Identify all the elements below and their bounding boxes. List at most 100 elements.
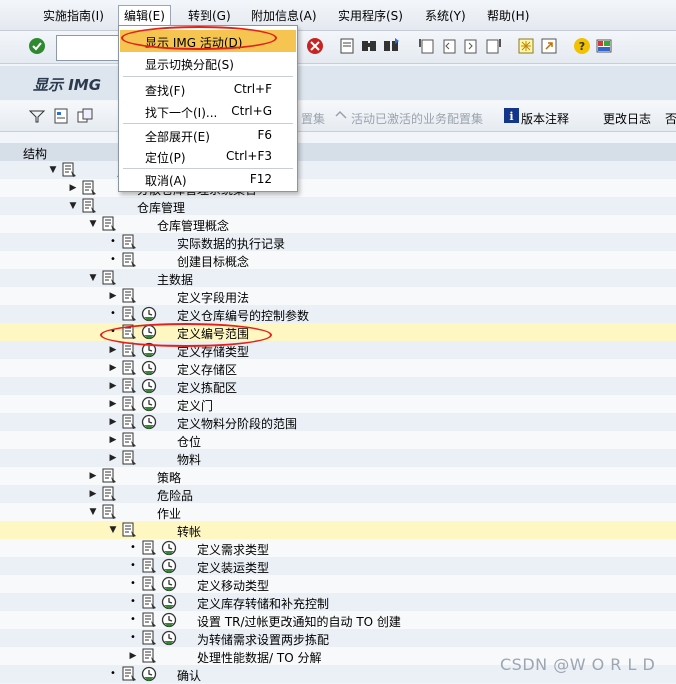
tree-node-row[interactable]: • 实际数据的执行记录: [0, 233, 676, 251]
menu-implementation-guide[interactable]: 实施指南(I): [43, 7, 104, 24]
tree-node-row[interactable]: ▶ 物料: [0, 449, 676, 467]
menu-utilities[interactable]: 实用程序(S): [338, 7, 403, 24]
truncated-button[interactable]: 否: [665, 110, 676, 127]
filter-icon[interactable]: [28, 107, 46, 125]
collapse-arrow-icon[interactable]: ▼: [87, 269, 99, 287]
tree-node-row[interactable]: ▶ 定义物料分阶段的范围: [0, 413, 676, 431]
menu-option-find-next[interactable]: 找下一个(I)... Ctrl+G: [120, 100, 296, 122]
tree-node-row[interactable]: ▼启: [0, 161, 676, 179]
tree-node-row[interactable]: • 定义移动类型: [0, 575, 676, 593]
expand-arrow-icon[interactable]: ▶: [107, 377, 119, 395]
tree-node-row[interactable]: ▼ 仓库管理概念: [0, 215, 676, 233]
command-field[interactable]: [56, 35, 124, 61]
documentation-icon[interactable]: [121, 450, 137, 466]
documentation-icon[interactable]: [121, 252, 137, 268]
execute-activity-icon[interactable]: [161, 612, 177, 628]
documentation-icon[interactable]: [141, 630, 157, 646]
tree-node-row[interactable]: ▼ 作业: [0, 503, 676, 521]
tree-node-row[interactable]: • 设置 TR/过帐更改通知的自动 TO 创建: [0, 611, 676, 629]
documentation-icon[interactable]: [141, 612, 157, 628]
expand-arrow-icon[interactable]: ▶: [107, 395, 119, 413]
tree-node-row[interactable]: ▶ 定义拣配区: [0, 377, 676, 395]
menu-option-expand-all[interactable]: 全部展开(E) F6: [120, 124, 296, 146]
find-icon[interactable]: [360, 37, 378, 55]
new-session-icon[interactable]: [517, 37, 535, 55]
menu-system[interactable]: 系统(Y): [425, 7, 466, 24]
tree-node-row[interactable]: • 定义仓库编号的控制参数: [0, 305, 676, 323]
menu-option-cancel[interactable]: 取消(A) F12: [120, 168, 296, 190]
shortcut-icon[interactable]: [540, 37, 558, 55]
execute-activity-icon[interactable]: [141, 360, 157, 376]
bc-sets-button-hidden[interactable]: 置集: [301, 110, 325, 127]
tree-node-row[interactable]: • 创建目标概念: [0, 251, 676, 269]
info-list-icon[interactable]: [52, 107, 70, 125]
expand-arrow-icon[interactable]: ▶: [107, 431, 119, 449]
documentation-icon[interactable]: [141, 576, 157, 592]
expand-arrow-icon[interactable]: ▶: [87, 485, 99, 503]
documentation-icon[interactable]: [121, 414, 137, 430]
expand-arrow-icon[interactable]: ▶: [107, 287, 119, 305]
menu-extras[interactable]: 附加信息(A): [251, 7, 317, 24]
tree-node-row[interactable]: • 定义需求类型: [0, 539, 676, 557]
copy-icon[interactable]: [76, 107, 94, 125]
documentation-icon[interactable]: [121, 378, 137, 394]
menu-help[interactable]: 帮助(H): [487, 7, 529, 24]
release-notes-button[interactable]: 版本注释: [521, 110, 569, 127]
tree-node-row[interactable]: • 定义库存转储和补充控制: [0, 593, 676, 611]
execute-activity-icon[interactable]: [161, 558, 177, 574]
expand-arrow-icon[interactable]: ▶: [107, 341, 119, 359]
expand-arrow-icon[interactable]: ▶: [67, 179, 79, 197]
expand-arrow-icon[interactable]: ▶: [87, 467, 99, 485]
documentation-icon[interactable]: [101, 468, 117, 484]
layout-menu-icon[interactable]: [595, 37, 613, 55]
last-page-icon[interactable]: [484, 37, 502, 55]
documentation-icon[interactable]: [121, 666, 137, 682]
tree-node-row[interactable]: ▶ 定义存储类型: [0, 341, 676, 359]
menu-option-position[interactable]: 定位(P) Ctrl+F3: [120, 145, 296, 167]
documentation-icon[interactable]: [121, 396, 137, 412]
tree-node-row[interactable]: ▶ 策略: [0, 467, 676, 485]
documentation-icon[interactable]: [141, 558, 157, 574]
tree-node-row[interactable]: ▶ 仓位: [0, 431, 676, 449]
tree-node-row[interactable]: ▼ 仓库管理: [0, 197, 676, 215]
enter-check-icon[interactable]: [28, 37, 46, 55]
expand-arrow-icon[interactable]: ▶: [107, 359, 119, 377]
documentation-icon[interactable]: [121, 432, 137, 448]
execute-activity-icon[interactable]: [161, 540, 177, 556]
menu-option-find[interactable]: 查找(F) Ctrl+F: [120, 78, 296, 100]
tree-node-row[interactable]: ▶分散仓库管理系统集合: [0, 179, 676, 197]
documentation-icon[interactable]: [121, 234, 137, 250]
documentation-icon[interactable]: [141, 594, 157, 610]
execute-activity-icon[interactable]: [141, 666, 157, 682]
documentation-icon[interactable]: [101, 216, 117, 232]
documentation-icon[interactable]: [101, 504, 117, 520]
execute-activity-icon[interactable]: [161, 594, 177, 610]
help-icon[interactable]: ?: [573, 37, 591, 55]
execute-activity-icon[interactable]: [141, 396, 157, 412]
documentation-icon[interactable]: [141, 648, 157, 664]
collapse-arrow-icon[interactable]: ▼: [87, 215, 99, 233]
documentation-icon[interactable]: [121, 288, 137, 304]
activate-bc-sets-button[interactable]: 活动已激活的业务配置集: [351, 110, 483, 127]
documentation-icon[interactable]: [81, 180, 97, 196]
documentation-icon[interactable]: [61, 162, 77, 178]
tree-node-row[interactable]: ▶ 危险品: [0, 485, 676, 503]
tree-node-row[interactable]: • 为转储需求设置两步拣配: [0, 629, 676, 647]
expand-arrow-icon[interactable]: ▶: [107, 449, 119, 467]
tree-node-row[interactable]: • 定义装运类型: [0, 557, 676, 575]
find-next-icon[interactable]: [382, 37, 400, 55]
previous-page-icon[interactable]: [440, 37, 458, 55]
tree-node-row[interactable]: ▶ 定义存储区: [0, 359, 676, 377]
tree-node-row[interactable]: ▶ 定义门: [0, 395, 676, 413]
menu-option-display-switch-assignment[interactable]: 显示切换分配(S): [120, 52, 296, 74]
first-page-icon[interactable]: [418, 37, 436, 55]
menu-goto[interactable]: 转到(G): [188, 7, 231, 24]
expand-arrow-icon[interactable]: ▶: [127, 647, 139, 665]
documentation-icon[interactable]: [81, 198, 97, 214]
change-log-button[interactable]: 更改日志: [603, 110, 651, 127]
execute-activity-icon[interactable]: [141, 378, 157, 394]
execute-activity-icon[interactable]: [141, 414, 157, 430]
tree-node-row[interactable]: ▼ 主数据: [0, 269, 676, 287]
menu-edit[interactable]: 编辑(E): [118, 5, 171, 26]
documentation-icon[interactable]: [101, 270, 117, 286]
